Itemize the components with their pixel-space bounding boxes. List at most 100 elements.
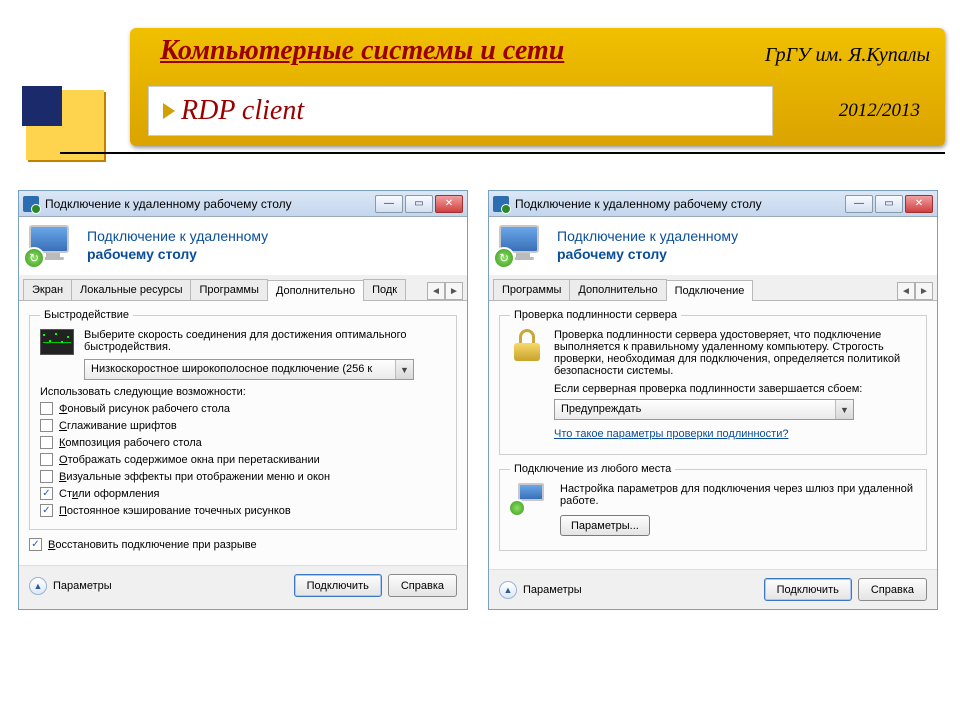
connect-button[interactable]: Подключить (294, 574, 382, 597)
checkbox-icon[interactable] (40, 487, 53, 500)
help-button[interactable]: Справка (388, 574, 457, 597)
gateway-paragraph: Настройка параметров для подключения чер… (560, 483, 916, 507)
rdp-icon: ↻ (499, 225, 547, 265)
perf-option-label: Сглаживание шрифтов (59, 420, 177, 432)
tabstrip-left: Экран Локальные ресурсы Программы Дополн… (19, 275, 467, 301)
year-label: 2012/2013 (839, 100, 920, 122)
chevron-down-icon[interactable]: ▼ (835, 400, 853, 419)
auth-combo-value: Предупреждать (555, 400, 835, 419)
auth-fail-label: Если серверная проверка подлинности заве… (554, 383, 916, 395)
checkbox-icon[interactable] (40, 436, 53, 449)
checkbox-icon[interactable] (40, 402, 53, 415)
tab-advanced[interactable]: Дополнительно (267, 280, 364, 301)
banner-line2: рабочему столу (557, 245, 738, 263)
checkbox-icon[interactable] (40, 453, 53, 466)
collapse-icon[interactable]: ▲ (499, 581, 517, 599)
group-server-auth: Проверка подлинности сервера Проверка по… (499, 309, 927, 455)
window-title: Подключение к удаленному рабочему столу (515, 197, 845, 211)
app-icon (493, 196, 509, 212)
performance-icon (40, 329, 74, 355)
group-performance: Быстродействие Выберите скорость соедине… (29, 309, 457, 530)
perf-option-2[interactable]: Композиция рабочего стола (40, 436, 446, 449)
maximize-button[interactable]: ▭ (875, 195, 903, 213)
tab-connection[interactable]: Подключение (666, 280, 754, 301)
checkbox-icon[interactable] (29, 538, 42, 551)
group-performance-legend: Быстродействие (40, 309, 133, 321)
checkbox-icon[interactable] (40, 470, 53, 483)
reconnect-label: Восстановить подключение при разрыве (48, 539, 257, 551)
collapse-icon[interactable]: ▲ (29, 577, 47, 595)
window-title: Подключение к удаленному рабочему столу (45, 197, 375, 211)
arrow-icon (163, 103, 175, 119)
tab-screen[interactable]: Экран (23, 279, 72, 300)
auth-action-combo[interactable]: Предупреждать ▼ (554, 399, 854, 420)
rdp-window-right: Подключение к удаленному рабочему столу … (488, 190, 938, 610)
titlebar[interactable]: Подключение к удаленному рабочему столу … (19, 191, 467, 217)
auth-help-link[interactable]: Что такое параметры проверки подлинности… (554, 428, 788, 440)
topic-box: RDP client (148, 86, 773, 136)
perf-option-1[interactable]: Сглаживание шрифтов (40, 419, 446, 432)
perf-option-label: Стили оформления (59, 488, 159, 500)
params-label[interactable]: Параметры (523, 584, 582, 596)
tab-scroll-right[interactable]: ► (445, 282, 463, 300)
perf-option-label: Визуальные эффекты при отображении меню … (59, 471, 330, 483)
tab-advanced[interactable]: Дополнительно (569, 279, 666, 300)
university-label: ГрГУ им. Я.Купалы (765, 44, 930, 67)
banner-line1: Подключение к удаленному (87, 227, 268, 245)
auth-paragraph: Проверка подлинности сервера удостоверяе… (554, 329, 916, 377)
perf-option-label: Отображать содержимое окна при перетаски… (59, 454, 320, 466)
tab-connection-clipped[interactable]: Подк (363, 279, 406, 300)
tab-scroll-left[interactable]: ◄ (897, 282, 915, 300)
group-gateway-legend: Подключение из любого места (510, 463, 675, 475)
divider (60, 152, 945, 154)
footer-left: ▲ Параметры Подключить Справка (19, 565, 467, 605)
tab-programs[interactable]: Программы (190, 279, 267, 300)
footer-right: ▲ Параметры Подключить Справка (489, 569, 937, 609)
group-server-auth-legend: Проверка подлинности сервера (510, 309, 681, 321)
perf-option-0[interactable]: Фоновый рисунок рабочего стола (40, 402, 446, 415)
checkbox-icon[interactable] (40, 504, 53, 517)
course-title: Компьютерные системы и сети (160, 35, 564, 67)
group-gateway: Подключение из любого места Настройка па… (499, 463, 927, 551)
slide-header: Компьютерные системы и сети RDP client Г… (0, 0, 960, 160)
params-label[interactable]: Параметры (53, 580, 112, 592)
topic-text: RDP client (181, 95, 304, 127)
banner: ↻ Подключение к удаленному рабочему стол… (489, 217, 937, 275)
maximize-button[interactable]: ▭ (405, 195, 433, 213)
gateway-params-button[interactable]: Параметры... (560, 515, 650, 536)
perf-option-label: Фоновый рисунок рабочего стола (59, 403, 230, 415)
rdp-window-left: Подключение к удаленному рабочему столу … (18, 190, 468, 610)
perf-option-label: Композиция рабочего стола (59, 437, 202, 449)
tab-scroll-right[interactable]: ► (915, 282, 933, 300)
speed-combo-value: Низкоскоростное широкополосное подключен… (85, 360, 395, 379)
perf-option-4[interactable]: Визуальные эффекты при отображении меню … (40, 470, 446, 483)
lock-icon (510, 329, 544, 361)
reconnect-checkbox-row[interactable]: Восстановить подключение при разрыве (29, 538, 457, 551)
perf-option-label: Постоянное кэширование точечных рисунков (59, 505, 291, 517)
tab-programs[interactable]: Программы (493, 279, 570, 300)
tab-local-resources[interactable]: Локальные ресурсы (71, 279, 191, 300)
use-following-label: Использовать следующие возможности: (40, 386, 446, 398)
titlebar[interactable]: Подключение к удаленному рабочему столу … (489, 191, 937, 217)
rdp-icon: ↻ (29, 225, 77, 265)
perf-option-3[interactable]: Отображать содержимое окна при перетаски… (40, 453, 446, 466)
connect-button[interactable]: Подключить (764, 578, 852, 601)
tab-scroll-left[interactable]: ◄ (427, 282, 445, 300)
minimize-button[interactable]: — (375, 195, 403, 213)
minimize-button[interactable]: — (845, 195, 873, 213)
checkbox-icon[interactable] (40, 419, 53, 432)
close-button[interactable]: ✕ (905, 195, 933, 213)
banner-line2: рабочему столу (87, 245, 268, 263)
app-icon (23, 196, 39, 212)
perf-option-6[interactable]: Постоянное кэширование точечных рисунков (40, 504, 446, 517)
help-button[interactable]: Справка (858, 578, 927, 601)
perf-option-5[interactable]: Стили оформления (40, 487, 446, 500)
close-button[interactable]: ✕ (435, 195, 463, 213)
gateway-icon (510, 483, 550, 515)
logo-icon (26, 90, 104, 160)
chevron-down-icon[interactable]: ▼ (395, 360, 413, 379)
tabstrip-right: Программы Дополнительно Подключение ◄ ► (489, 275, 937, 301)
perf-hint: Выберите скорость соединения для достиже… (84, 329, 446, 353)
banner: ↻ Подключение к удаленному рабочему стол… (19, 217, 467, 275)
speed-combo[interactable]: Низкоскоростное широкополосное подключен… (84, 359, 414, 380)
